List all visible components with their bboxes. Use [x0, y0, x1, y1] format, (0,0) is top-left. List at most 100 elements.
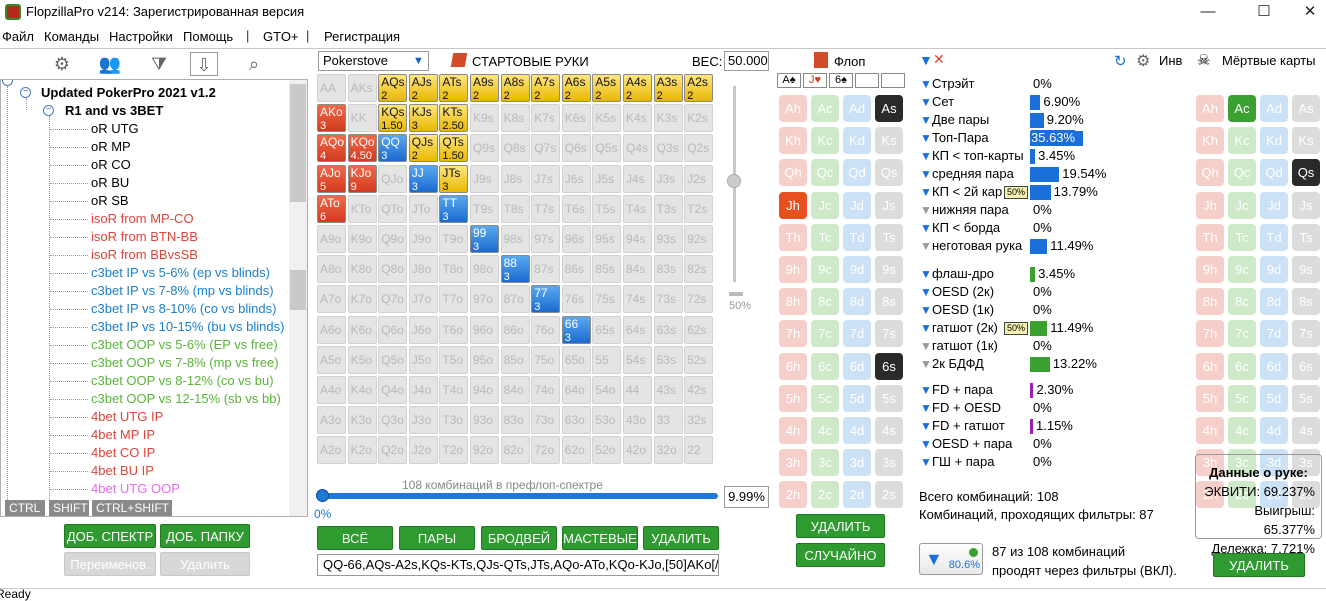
hand-cell-74s[interactable]: 74s — [623, 285, 652, 314]
gear-icon[interactable]: ⚙ — [1136, 51, 1150, 71]
range-percent-input[interactable]: 9.99% — [724, 486, 769, 508]
stat-label[interactable]: КП < топ-карты — [932, 148, 1024, 163]
hand-cell-93s[interactable]: 93s — [653, 225, 683, 253]
hand-cell-A4s[interactable]: A4s 2 — [623, 74, 652, 102]
flop-card-Ts[interactable]: Ts — [875, 223, 903, 251]
hand-cell-QJs[interactable]: QJs 2 — [408, 134, 438, 163]
dead-card-6d[interactable]: 6d — [1260, 352, 1288, 380]
hand-cell-55[interactable]: 55 — [592, 345, 622, 374]
flop-card-7s[interactable]: 7s — [875, 320, 903, 348]
board-card-4[interactable] — [855, 73, 879, 88]
hand-cell-T8s[interactable]: T8s — [500, 194, 530, 223]
hand-cell-T3s[interactable]: T3s — [653, 194, 683, 223]
add-range-button[interactable]: ДОБ. СПЕКТР — [64, 524, 156, 548]
hand-cell-92o[interactable]: 92o — [470, 436, 499, 465]
dead-card-Qh[interactable]: Qh — [1196, 159, 1224, 187]
flop-card-Jh[interactable]: Jh — [779, 191, 807, 219]
filter-add-icon[interactable]: ⧩ — [145, 52, 173, 76]
dead-card-9c[interactable]: 9c — [1228, 256, 1256, 283]
hand-cell-63s[interactable]: 63s — [653, 315, 683, 344]
flop-card-Th[interactable]: Th — [779, 223, 807, 251]
flop-card-Qc[interactable]: Qc — [811, 159, 839, 187]
weight-slider-thumb[interactable] — [727, 174, 741, 188]
dead-card-8c[interactable]: 8c — [1228, 288, 1256, 316]
hand-cell-98s[interactable]: 98s — [500, 225, 530, 253]
hand-cell-63o[interactable]: 63o — [561, 406, 591, 435]
menu-settings[interactable]: Настройки — [109, 29, 173, 44]
stat-label[interactable]: Сет — [932, 94, 954, 109]
dead-card-4d[interactable]: 4d — [1260, 417, 1288, 444]
hand-cell-T7s[interactable]: T7s — [531, 194, 561, 223]
hand-cell-87o[interactable]: 87o — [500, 285, 530, 314]
menu-file[interactable]: Файл — [2, 29, 34, 44]
rename-button[interactable]: Переименов. — [64, 552, 156, 576]
flop-card-6h[interactable]: 6h — [779, 352, 807, 380]
close-button[interactable]: ✕ — [1290, 2, 1326, 22]
flop-card-Jd[interactable]: Jd — [843, 191, 871, 219]
hand-cell-96s[interactable]: 96s — [561, 225, 591, 253]
dead-card-6c[interactable]: 6c — [1228, 352, 1256, 380]
hand-cell-T9o[interactable]: T9o — [439, 225, 469, 253]
dead-card-7h[interactable]: 7h — [1196, 320, 1224, 348]
flop-card-4c[interactable]: 4c — [811, 417, 839, 444]
random-flop-button[interactable]: СЛУЧАЙНО — [796, 543, 885, 567]
flop-card-9d[interactable]: 9d — [843, 256, 871, 283]
flop-card-Qd[interactable]: Qd — [843, 159, 871, 187]
flop-card-3s[interactable]: 3s — [875, 449, 903, 477]
flop-card-5h[interactable]: 5h — [779, 384, 807, 412]
row-filter-icon[interactable]: ▼ — [920, 420, 932, 432]
dead-card-4h[interactable]: 4h — [1196, 417, 1224, 444]
hand-cell-A3s[interactable]: A3s 2 — [653, 74, 683, 102]
hand-cell-87s[interactable]: 87s — [531, 255, 561, 284]
hand-cell-77[interactable]: 77 3 — [531, 285, 561, 314]
hand-cell-A9o[interactable]: A9o — [317, 225, 346, 253]
row-filter-icon[interactable]: ▼ — [920, 384, 932, 396]
tree-item[interactable]: c3bet IP vs 7-8% (mp vs blinds) — [91, 283, 274, 298]
dead-card-7c[interactable]: 7c — [1228, 320, 1256, 348]
hand-cell-QJo[interactable]: QJo — [378, 164, 408, 193]
hand-cell-K7o[interactable]: K7o — [347, 285, 377, 314]
stat-label[interactable]: 2к БДФД — [932, 356, 984, 371]
hand-cell-97o[interactable]: 97o — [470, 285, 499, 314]
hand-cell-42o[interactable]: 42o — [623, 436, 652, 465]
hand-cell-43s[interactable]: 43s — [653, 376, 683, 404]
hand-cell-72s[interactable]: 72s — [684, 285, 714, 314]
filter-icon[interactable]: ▼ — [919, 52, 933, 68]
hand-cell-82o[interactable]: 82o — [500, 436, 530, 465]
hand-cell-65o[interactable]: 65o — [561, 345, 591, 374]
stat-label[interactable]: OESD + пара — [932, 436, 1012, 451]
dead-card-Td[interactable]: Td — [1260, 223, 1288, 251]
stat-label[interactable]: Стрэйт — [932, 76, 974, 91]
scrollbar-thumb[interactable] — [290, 84, 306, 202]
hand-cell-62o[interactable]: 62o — [561, 436, 591, 465]
stat-label[interactable]: гатшот (1к) — [932, 338, 998, 353]
dead-card-5s[interactable]: 5s — [1292, 384, 1320, 412]
dead-card-Js[interactable]: Js — [1292, 191, 1320, 219]
row-filter-icon[interactable]: ▼ — [920, 222, 932, 234]
dead-card-5h[interactable]: 5h — [1196, 384, 1224, 412]
hand-cell-KTo[interactable]: KTo — [347, 194, 377, 223]
hand-cell-76s[interactable]: 76s — [561, 285, 591, 314]
tree-item[interactable]: 4bet CO IP — [91, 445, 155, 460]
hand-cell-A7o[interactable]: A7o — [317, 285, 346, 314]
hand-cell-T2o[interactable]: T2o — [439, 436, 469, 465]
row-filter-icon[interactable]: ▼ — [920, 132, 932, 144]
row-filter-icon[interactable]: ▼ — [920, 358, 932, 370]
stat-label[interactable]: гатшот (2к) — [932, 320, 998, 335]
stat-label[interactable]: флаш-дро — [932, 266, 994, 281]
row-filter-icon[interactable]: ▼ — [920, 304, 932, 316]
flop-card-7h[interactable]: 7h — [779, 320, 807, 348]
hand-cell-KJo[interactable]: KJo 9 — [347, 164, 377, 193]
dead-card-4s[interactable]: 4s — [1292, 417, 1320, 444]
menu-commands[interactable]: Команды — [44, 29, 99, 44]
dead-card-8d[interactable]: 8d — [1260, 288, 1288, 316]
hand-cell-83s[interactable]: 83s — [653, 255, 683, 284]
stat-label[interactable]: Две пары — [932, 112, 989, 127]
hand-cell-A3o[interactable]: A3o — [317, 406, 346, 435]
flop-card-6d[interactable]: 6d — [843, 352, 871, 380]
range-text-input[interactable]: QQ-66,AQs-A2s,KQs-KTs,QJs-QTs,JTs,AQo-AT… — [317, 554, 719, 576]
tree-item[interactable]: c3bet OOP vs 7-8% (mp vs free) — [91, 355, 279, 370]
stat-label[interactable]: Топ-Пара — [932, 130, 989, 145]
flop-card-6s[interactable]: 6s — [875, 352, 903, 380]
hand-cell-T5s[interactable]: T5s — [592, 194, 622, 223]
